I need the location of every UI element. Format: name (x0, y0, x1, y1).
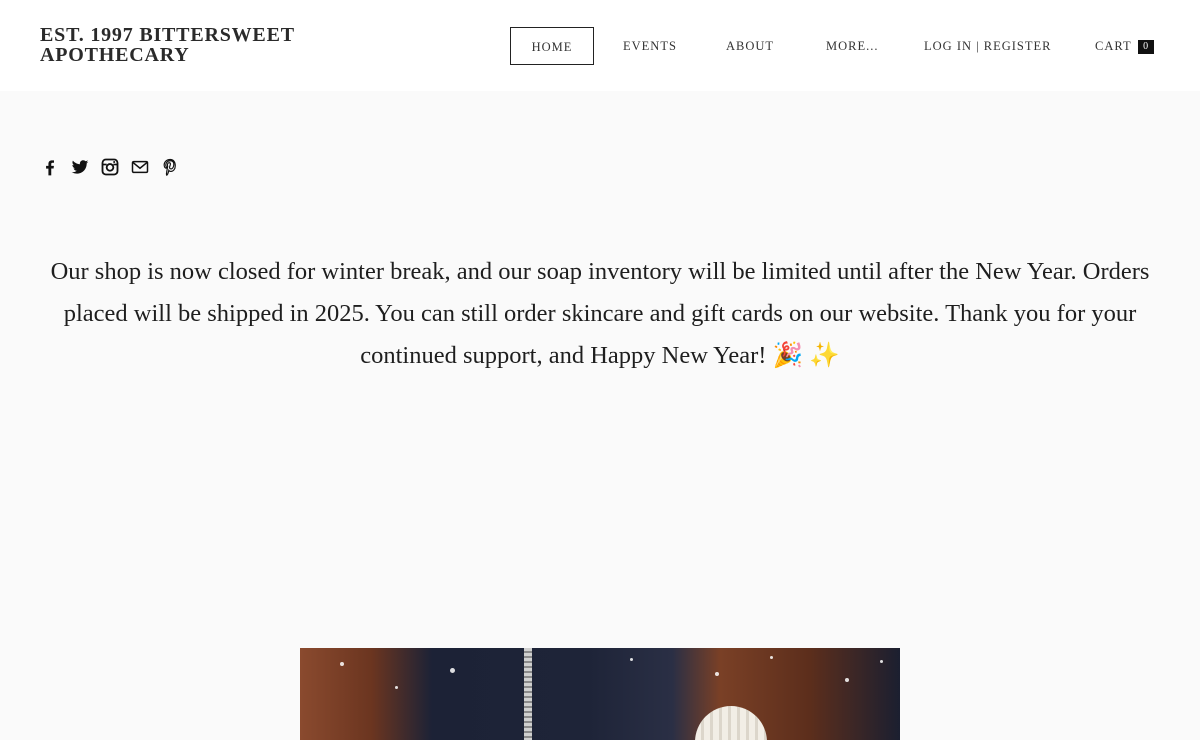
nav-events[interactable]: EVENTS (623, 27, 677, 65)
instagram-icon[interactable] (99, 155, 121, 179)
hero-winter-image (300, 648, 900, 740)
facebook-icon[interactable] (39, 155, 61, 179)
cart-label: CART (1095, 39, 1132, 53)
snowflake (630, 658, 633, 661)
nav-more[interactable]: MORE... (826, 27, 879, 65)
snowflake (340, 662, 344, 666)
nav-about[interactable]: ABOUT (726, 27, 774, 65)
nav-home[interactable]: HOME (510, 27, 594, 65)
site-header: EST. 1997 BITTERSWEET APOTHECARY HOME EV… (0, 0, 1200, 91)
site-logo[interactable]: EST. 1997 BITTERSWEET APOTHECARY (40, 25, 340, 65)
announcement-text: Our shop is now closed for winter break,… (50, 258, 1150, 369)
pinterest-icon[interactable] (159, 155, 181, 179)
snowflake (880, 660, 883, 663)
mail-icon[interactable] (129, 155, 151, 179)
twitter-icon[interactable] (69, 155, 91, 179)
logo-line-1: EST. 1997 BITTERSWEET (40, 24, 295, 46)
snowflake (770, 656, 773, 659)
snowflake (450, 668, 455, 673)
knit-mitten (695, 706, 767, 740)
snowflake (395, 686, 398, 689)
snowflake (845, 678, 849, 682)
snowflake (715, 672, 719, 676)
cart-count-badge: 0 (1137, 40, 1154, 54)
nav-cart[interactable]: CART 0 (1095, 27, 1154, 65)
zipper-detail (524, 648, 532, 740)
nav-login-register[interactable]: LOG IN | REGISTER (924, 27, 1051, 65)
logo-line-2: APOTHECARY (40, 44, 190, 66)
